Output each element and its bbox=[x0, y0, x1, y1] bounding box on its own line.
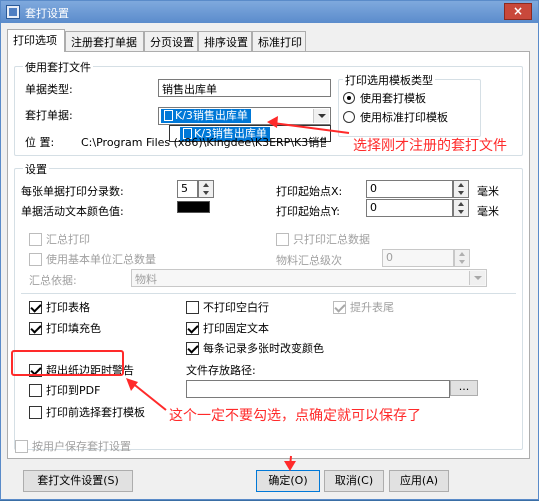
print-pdf-checkbox[interactable]: 打印到PDF bbox=[29, 382, 100, 398]
print-settings-window: 套打设置 × 打印选项 注册套打单据 分页设置 排序设置 标准打印 使用套打文件… bbox=[0, 0, 539, 500]
material-level-input[interactable]: 0 bbox=[382, 249, 454, 267]
start-x-unit: 毫米 bbox=[477, 185, 499, 198]
raise-footer-checkbox[interactable]: 提升表尾 bbox=[333, 299, 394, 315]
checkbox-box bbox=[333, 300, 346, 314]
file-path-input[interactable] bbox=[186, 380, 450, 398]
annotation-select-template: 选择刚才注册的套打文件 bbox=[353, 138, 507, 154]
text-color-swatch[interactable] bbox=[177, 201, 210, 213]
app-icon bbox=[6, 5, 20, 19]
print-fixed-text-checkbox[interactable]: 打印固定文本 bbox=[186, 320, 269, 336]
print-fill-color-checkbox[interactable]: 打印填充色 bbox=[29, 320, 101, 336]
start-y-input[interactable]: 0 bbox=[366, 199, 453, 217]
start-x-input[interactable]: 0 bbox=[366, 180, 453, 198]
tab-sorting[interactable]: 排序设置 bbox=[198, 31, 252, 51]
cancel-button[interactable]: 取消(C) bbox=[324, 470, 384, 492]
change-color-checkbox[interactable]: 每条记录多张时改变颜色 bbox=[186, 340, 324, 356]
divider bbox=[21, 293, 516, 294]
location-path: C:\Program Files (x86)\Kingdee\K3ERP\K3销… bbox=[81, 136, 326, 149]
summary-basis-select[interactable]: 物料 bbox=[131, 269, 487, 287]
checkbox-box bbox=[29, 383, 42, 397]
tab-print-options[interactable]: 打印选项 bbox=[7, 29, 65, 52]
use-template-group-label: 使用套打文件 bbox=[23, 59, 93, 75]
title-bar[interactable]: 套打设置 × bbox=[1, 1, 538, 23]
checkbox-box bbox=[29, 232, 42, 246]
material-level-spinner[interactable] bbox=[454, 249, 470, 267]
annotation-do-not-check: 这个一定不要勾选，点确定就可以保存了 bbox=[169, 408, 421, 424]
template-select[interactable]: K/3销售出库单 bbox=[158, 107, 331, 125]
base-unit-checkbox[interactable]: 使用基本单位汇总数量 bbox=[29, 251, 156, 267]
tab-register-template[interactable]: 注册套打单据 bbox=[65, 31, 144, 51]
chevron-down-icon[interactable] bbox=[469, 271, 485, 285]
doc-icon bbox=[164, 110, 173, 121]
summary-only-checkbox[interactable]: 只打印汇总数据 bbox=[276, 231, 370, 247]
tab-pagination[interactable]: 分页设置 bbox=[144, 31, 198, 51]
highlight-box-margin-warning bbox=[11, 350, 124, 376]
file-path-label: 文件存放路径: bbox=[186, 364, 256, 377]
checkbox-box bbox=[186, 300, 199, 314]
summary-basis-value: 物料 bbox=[135, 273, 157, 286]
choose-template-checkbox[interactable]: 打印前选择套打模板 bbox=[29, 404, 145, 420]
template-type-group: 打印选用模板类型 使用套打模板 使用标准打印模板 bbox=[338, 72, 481, 137]
location-label: 位 置: bbox=[25, 136, 55, 149]
start-y-spinner[interactable] bbox=[453, 199, 469, 217]
no-blank-rows-checkbox[interactable]: 不打印空白行 bbox=[186, 299, 269, 315]
start-y-label: 打印起始点Y: bbox=[276, 205, 340, 218]
radio-dot bbox=[343, 92, 355, 104]
radio-dot bbox=[343, 111, 355, 123]
radio-use-standard[interactable]: 使用标准打印模板 bbox=[343, 109, 448, 125]
browse-button[interactable]: ... bbox=[450, 380, 478, 396]
text-color-label: 单据活动文本颜色值: bbox=[21, 205, 124, 218]
close-button[interactable]: × bbox=[504, 3, 532, 20]
per-doc-records-label: 每张单据打印分录数: bbox=[21, 185, 124, 198]
checkbox-box bbox=[276, 232, 289, 246]
start-x-label: 打印起始点X: bbox=[276, 185, 343, 198]
checkbox-box bbox=[186, 341, 199, 355]
print-table-checkbox[interactable]: 打印表格 bbox=[29, 299, 90, 315]
ok-button[interactable]: 确定(O) bbox=[256, 470, 320, 492]
start-y-unit: 毫米 bbox=[477, 205, 499, 218]
start-x-spinner[interactable] bbox=[453, 180, 469, 198]
radio-use-template[interactable]: 使用套打模板 bbox=[343, 90, 426, 106]
apply-button[interactable]: 应用(A) bbox=[389, 470, 449, 492]
settings-group-label: 设置 bbox=[23, 161, 49, 177]
template-select-value: K/3销售出库单 bbox=[161, 109, 251, 123]
tab-standard-print[interactable]: 标准打印 bbox=[252, 31, 306, 51]
checkbox-box bbox=[29, 321, 42, 335]
doc-type-label: 单据类型: bbox=[25, 83, 73, 96]
per-doc-records-spinner[interactable] bbox=[198, 180, 214, 198]
material-level-label: 物料汇总级次 bbox=[276, 254, 342, 267]
checkbox-box bbox=[29, 252, 42, 266]
template-type-group-label: 打印选用模板类型 bbox=[343, 72, 435, 88]
tab-panel-print-options: 使用套打文件 单据类型: 销售出库单 套打单据: K/3销售出库单 K/3销售出… bbox=[7, 51, 530, 459]
checkbox-box bbox=[186, 321, 199, 335]
doc-type-field[interactable]: 销售出库单 bbox=[158, 79, 331, 97]
template-label: 套打单据: bbox=[25, 109, 73, 122]
checkbox-box bbox=[29, 405, 42, 419]
summary-print-checkbox[interactable]: 汇总打印 bbox=[29, 231, 90, 247]
user-save-checkbox[interactable]: 按用户保存套打设置 bbox=[15, 438, 131, 454]
per-doc-records-input[interactable]: 5 bbox=[177, 180, 198, 198]
summary-basis-label: 汇总依据: bbox=[29, 274, 77, 287]
template-file-settings-button[interactable]: 套打文件设置(S) bbox=[23, 470, 133, 492]
checkbox-box bbox=[29, 300, 42, 314]
chevron-down-icon[interactable] bbox=[313, 109, 329, 123]
window-title: 套打设置 bbox=[25, 7, 69, 20]
checkbox-box bbox=[15, 439, 28, 453]
